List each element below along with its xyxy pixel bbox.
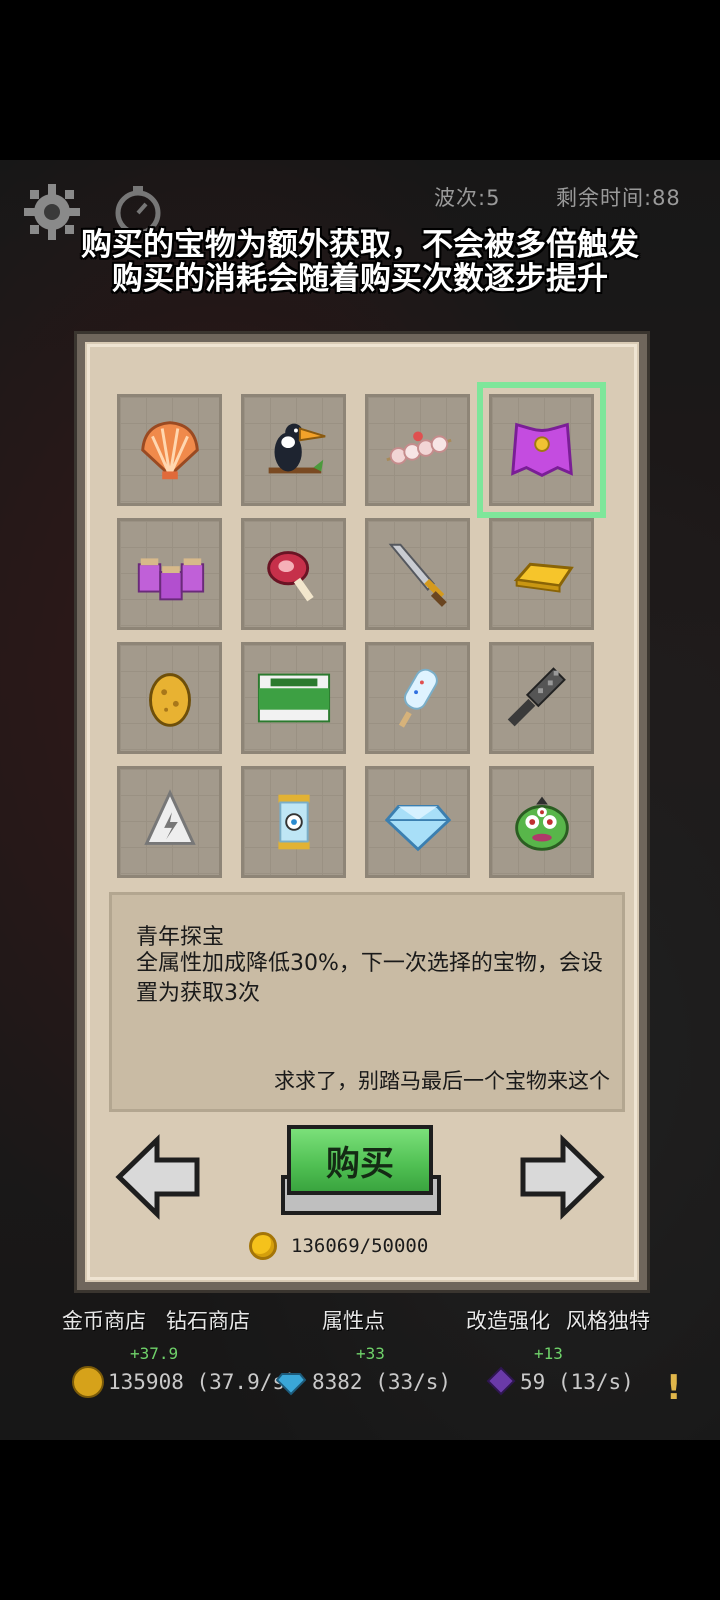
gold-bar-icon [513,562,574,593]
treasure-slot-popsicle[interactable] [365,642,470,754]
skewer-icon [385,431,452,465]
ham-icon [266,551,314,602]
next-arrow-button[interactable] [517,1132,607,1222]
gold-coin-icon [249,1232,277,1260]
treasure-slot-gold-bar[interactable] [489,518,594,630]
treasure-slot-golden-egg[interactable] [117,642,222,754]
toucan-icon [268,423,325,474]
treasure-slot-diamond[interactable] [365,766,470,878]
treasure-slot-potion-jars[interactable] [117,518,222,630]
notice-line-1: 购买的宝物为额外获取，不会被多倍触发 [81,227,639,263]
treasure-slot-green-monster[interactable] [489,766,594,878]
treasure-slot-toucan[interactable] [241,394,346,506]
time-remaining: 剩余时间:88 [556,186,681,210]
notice-line-2: 购买的消耗会随着购买次数逐步提升 [112,261,608,297]
diamond-icon [276,1373,306,1396]
buy-button[interactable]: 购买 [287,1125,433,1195]
purchase-notice: 购买的宝物为额外获取，不会被多倍触发 购买的消耗会随着购买次数逐步提升 [0,228,720,296]
potion-jars-icon [137,558,204,601]
gem-rate-delta: +13 [534,1344,563,1363]
gem-amount: 59 (13/s) [520,1370,634,1394]
sword-icon [388,543,447,607]
nav-diamond-shop[interactable]: 钻石商店 [166,1305,250,1335]
treasure-slot-medicine-box[interactable] [241,642,346,754]
treasure-slot-shell[interactable] [117,394,222,506]
medicine-box-icon [257,673,330,723]
nav-gold-shop[interactable]: 金币商店 [62,1305,146,1335]
lightning-cone-icon [143,789,196,845]
treasure-slot-spiked-club[interactable] [489,642,594,754]
treasure-slot-eye-capsule[interactable] [241,766,346,878]
treasure-flavor-text: 求求了，别踏马最后一个宝物来这个 [274,1069,610,1093]
cost-value: 136069/50000 [291,1235,429,1257]
buy-button-group: 购买 [281,1125,441,1217]
treasure-slot-lightning-cone[interactable] [117,766,222,878]
wave-counter: 波次:5 [434,186,501,210]
prev-arrow-button[interactable] [113,1132,203,1222]
nav-attributes[interactable]: 属性点 [322,1305,385,1335]
treasure-slot-purple-cape[interactable] [477,382,606,518]
treasure-slot-sword[interactable] [365,518,470,630]
treasure-grid [117,382,606,878]
purple-cape-icon [510,422,573,477]
treasure-shop-panel: 青年探宝 全属性加成降低30%，下一次选择的宝物，会设置为获取3次 求求了，别踏… [77,334,647,1290]
nav-style[interactable]: 风格独特 [566,1305,650,1335]
treasure-slot-skewer[interactable] [365,394,470,506]
diamond-amount: 8382 (33/s) [312,1370,452,1394]
treasure-slot-ham[interactable] [241,518,346,630]
treasure-effect: 全属性加成降低30%，下一次选择的宝物，会设置为获取3次 [136,951,603,1006]
diamond-icon [384,804,451,852]
gold-coin-icon [72,1366,104,1398]
hint-exclamation-icon[interactable]: ! [666,1368,682,1408]
popsicle-icon [398,668,438,728]
gold-amount: 135908 (37.9/s) [108,1370,298,1394]
treasure-name: 青年探宝 [136,925,225,950]
spiked-club-icon [507,667,566,727]
treasure-description-box: 青年探宝 全属性加成降低30%，下一次选择的宝物，会设置为获取3次 求求了，别踏… [109,892,625,1112]
purchase-cost: 136069/50000 [249,1232,428,1260]
purple-gem-icon [486,1366,516,1396]
golden-egg-icon [148,673,191,727]
diamond-rate-delta: +33 [356,1344,385,1363]
game-background: 波次:5 剩余时间:88 购买的宝物为额外获取，不会被多倍触发 购买的消耗会随着… [0,160,720,1440]
eye-capsule-icon [277,794,310,850]
gold-rate-delta: +37.9 [130,1344,179,1363]
shell-icon [140,421,199,480]
nav-upgrade[interactable]: 改造强化 [466,1305,550,1335]
green-monster-icon [514,796,569,851]
